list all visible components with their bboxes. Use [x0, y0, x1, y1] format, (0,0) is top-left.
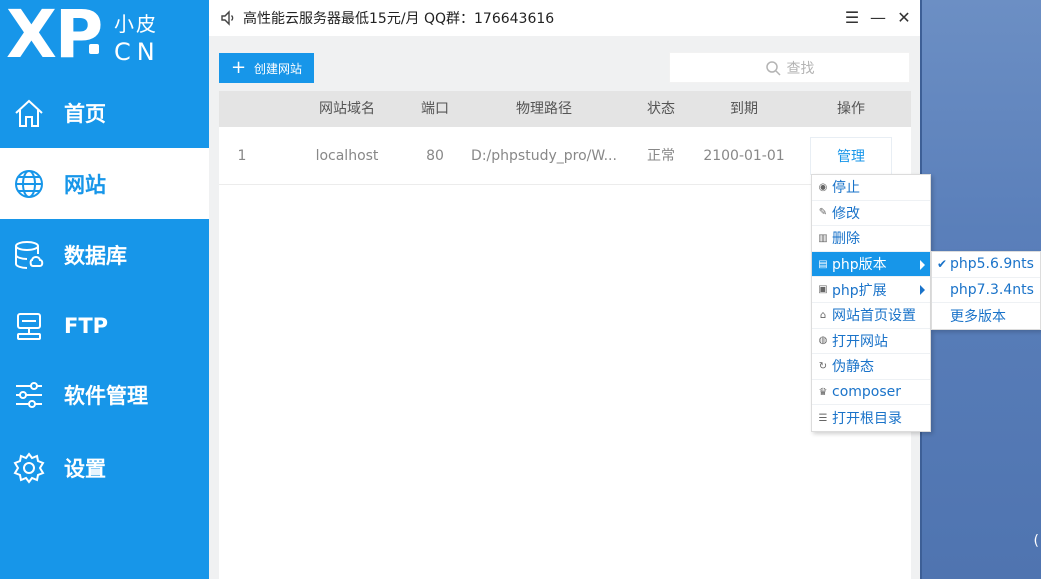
php-version-submenu: ✔ php5.6.9nts php7.3.4nts 更多版本 — [931, 251, 1041, 330]
submenu-item-php5[interactable]: ✔ php5.6.9nts — [932, 252, 1040, 278]
globe-small-icon: ◍ — [818, 335, 828, 347]
list-icon: ☰ — [818, 412, 828, 424]
sidebar-item-home[interactable]: 首页 — [0, 77, 209, 148]
table-row[interactable]: 1 localhost 80 D:/phpstudy_pro/W... 正常 2… — [219, 127, 911, 185]
cell-domain: localhost — [315, 148, 379, 164]
submenu-item-label: 更多版本 — [950, 308, 1006, 325]
menu-item-rewrite[interactable]: ↻ 伪静态 — [812, 354, 930, 380]
sidebar-item-label: 数据库 — [64, 243, 127, 268]
menu-item-edit[interactable]: ✎ 修改 — [812, 201, 930, 227]
title-bar: 高性能云服务器最低15元/月 QQ群：176643616 ☰ — ✕ — [209, 0, 920, 36]
sidebar-item-database[interactable]: 数据库 — [0, 219, 209, 290]
submenu-item-label: php5.6.9nts — [950, 256, 1034, 273]
refresh-icon: ↻ — [818, 360, 828, 372]
server-icon — [4, 306, 54, 346]
header-status: 状态 — [647, 101, 675, 117]
globe-icon — [4, 164, 54, 204]
menu-item-label: 网站首页设置 — [832, 308, 916, 325]
sidebar-item-ftp[interactable]: FTP — [0, 290, 209, 361]
logo-cn-top: 小皮 — [114, 12, 158, 36]
menu-item-label: composer — [832, 384, 902, 401]
menu-item-stop[interactable]: ◉ 停止 — [812, 175, 930, 201]
submenu-item-more-versions[interactable]: 更多版本 — [932, 303, 1040, 329]
header-action: 操作 — [837, 101, 865, 117]
cell-index: 1 — [237, 148, 247, 164]
menu-item-label: php版本 — [832, 257, 887, 274]
site-table: 网站域名 端口 物理路径 状态 到期 操作 1 localhost 80 D:/… — [219, 91, 911, 579]
home-small-icon: ⌂ — [819, 309, 827, 321]
search-icon — [765, 60, 781, 76]
sidebar-item-label: 首页 — [64, 101, 106, 126]
menu-item-label: 删除 — [832, 231, 860, 248]
speaker-icon — [221, 10, 234, 26]
plus-icon: + — [230, 57, 247, 78]
submenu-arrow-icon — [920, 259, 925, 270]
menu-item-label: 打开网站 — [832, 333, 888, 350]
cell-status: 正常 — [647, 148, 675, 164]
menu-button[interactable]: ☰ — [842, 7, 862, 27]
menu-item-delete[interactable]: ▥ 删除 — [812, 226, 930, 252]
close-button[interactable]: ✕ — [894, 7, 914, 27]
menu-item-php-version[interactable]: ▤ php版本 — [812, 251, 930, 278]
menu-item-label: 打开根目录 — [832, 411, 902, 428]
stop-icon: ◉ — [818, 181, 828, 193]
search-placeholder: 查找 — [786, 60, 815, 77]
menu-item-label: 伪静态 — [832, 359, 874, 376]
edit-icon: ✎ — [818, 207, 828, 219]
minimize-button[interactable]: — — [868, 7, 888, 27]
database-icon — [4, 235, 54, 275]
menu-item-label: 修改 — [832, 205, 860, 222]
sidebar-item-label: 设置 — [64, 456, 106, 481]
logo: XP 小皮 CN — [0, 0, 209, 78]
sidebar-item-label: FTP — [64, 313, 109, 338]
trash-icon: ▥ — [818, 232, 828, 244]
header-domain: 网站域名 — [319, 101, 375, 117]
desktop-edge-glyph: ( — [1033, 533, 1039, 549]
search-input[interactable]: 查找 — [669, 52, 910, 83]
context-menu: ◉ 停止 ✎ 修改 ▥ 删除 ▤ php版本 ▣ php扩展 ⌂ 网站首页设置 … — [811, 174, 931, 432]
header-path: 物理路径 — [516, 101, 572, 117]
menu-item-homepage-settings[interactable]: ⌂ 网站首页设置 — [812, 303, 930, 329]
php-icon: ▤ — [818, 258, 828, 270]
logo-cn-bottom: CN — [114, 38, 161, 66]
submenu-arrow-icon — [920, 285, 925, 296]
sidebar-item-software[interactable]: 软件管理 — [0, 359, 209, 430]
cell-path: D:/phpstudy_pro/W... — [471, 148, 617, 164]
cell-port: 80 — [426, 148, 444, 164]
notice-text[interactable]: 高性能云服务器最低15元/月 QQ群：176643616 — [243, 8, 554, 28]
sidebar-item-website[interactable]: 网站 — [0, 148, 209, 219]
sliders-icon — [4, 375, 54, 415]
create-website-button[interactable]: + 创建网站 — [219, 53, 314, 83]
sidebar: XP 小皮 CN 首页 网站 数据库 FTP 软件管理 设置 — [0, 0, 209, 579]
menu-item-label: php扩展 — [832, 282, 887, 299]
menu-item-php-extension[interactable]: ▣ php扩展 — [812, 277, 930, 303]
logo-dot — [89, 44, 99, 54]
sidebar-item-label: 软件管理 — [64, 383, 148, 408]
header-port: 端口 — [421, 101, 449, 117]
table-header: 网站域名 端口 物理路径 状态 到期 操作 — [219, 91, 911, 127]
sidebar-item-label: 网站 — [64, 172, 106, 197]
check-icon: ✔ — [936, 257, 948, 272]
cell-expire: 2100-01-01 — [703, 148, 785, 164]
submenu-item-label: php7.3.4nts — [950, 281, 1034, 298]
header-expire: 到期 — [730, 101, 758, 117]
sidebar-item-settings[interactable]: 设置 — [0, 432, 209, 503]
composer-icon: ♛ — [818, 386, 828, 398]
home-icon — [4, 93, 54, 133]
logo-xp: XP — [6, 0, 103, 73]
manage-button[interactable]: 管理 — [810, 137, 892, 175]
extension-icon: ▣ — [818, 284, 828, 296]
menu-item-composer[interactable]: ♛ composer — [812, 380, 930, 406]
menu-item-open-site[interactable]: ◍ 打开网站 — [812, 329, 930, 355]
menu-item-label: 停止 — [832, 180, 860, 197]
create-website-label: 创建网站 — [254, 61, 303, 76]
submenu-item-php7[interactable]: php7.3.4nts — [932, 278, 1040, 304]
gear-icon — [4, 448, 54, 488]
menu-item-open-root[interactable]: ☰ 打开根目录 — [812, 405, 930, 431]
